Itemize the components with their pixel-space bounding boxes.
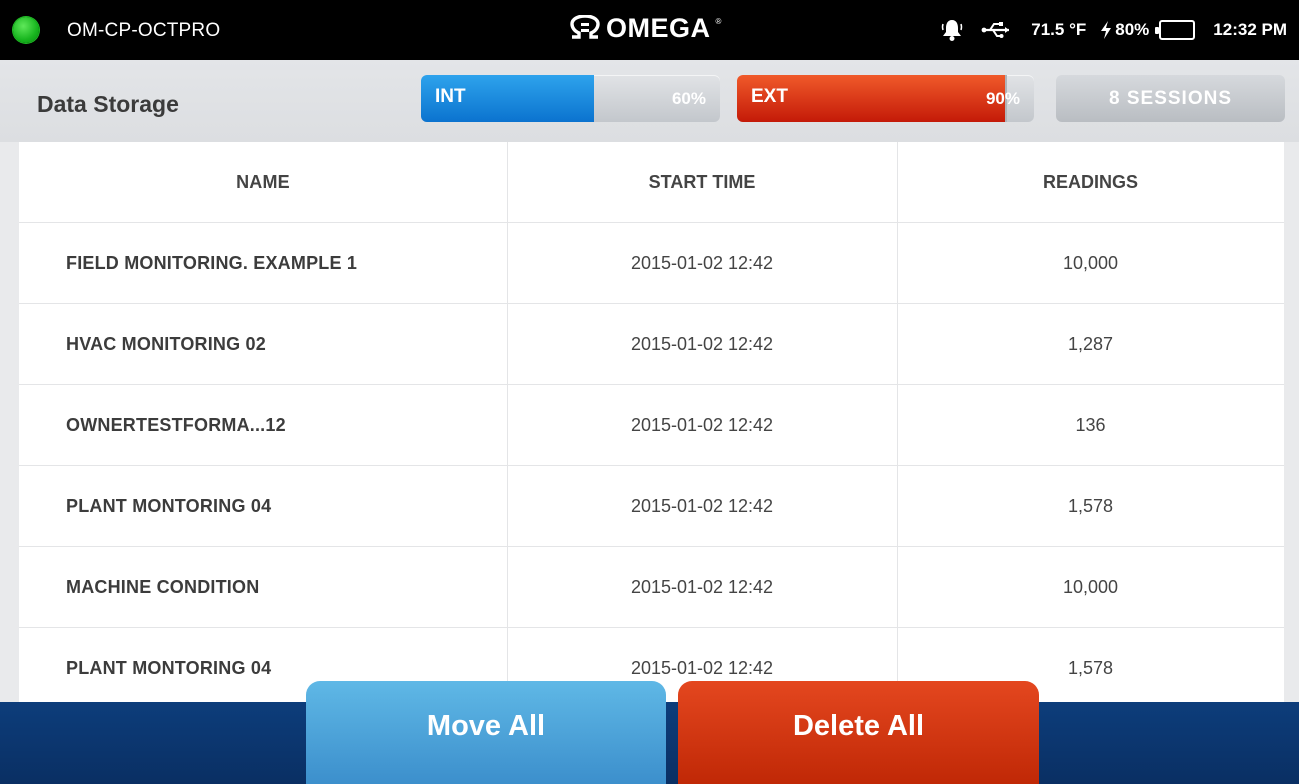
battery-percent: 80% [1100,20,1149,40]
session-start-time: 2015-01-02 12:42 [630,495,774,516]
session-start-time: 2015-01-02 12:42 [630,252,774,273]
column-header-start-time[interactable]: START TIME [507,142,897,222]
table-row[interactable]: FIELD MONITORING. EXAMPLE 1 2015-01-02 1… [19,223,1284,304]
table-row[interactable]: OWNERTESTFORMA...12 2015-01-02 12:42 136 [19,385,1284,466]
session-readings: 10,000 [1062,576,1119,597]
session-name: HVAC MONITORING 02 [66,333,266,354]
session-readings: 10,000 [1062,252,1119,273]
clock: 12:32 PM [1213,20,1287,39]
omega-logo-icon [570,14,600,39]
session-readings: 1,578 [1067,495,1114,516]
internal-storage-meter[interactable]: INT 60% [421,75,720,122]
session-readings: 136 [1075,414,1106,435]
charging-bolt-icon [1101,21,1112,39]
internal-storage-percent: 60% [671,89,706,108]
table-row[interactable]: PLANT MONTORING 04 2015-01-02 12:42 1,57… [19,466,1284,547]
session-start-time: 2015-01-02 12:42 [630,576,774,597]
session-name: OWNERTESTFORMA...12 [66,414,286,435]
sessions-table: NAME START TIME READINGS FIELD MONITORIN… [19,142,1284,702]
column-divider [897,142,898,702]
session-start-time: 2015-01-02 12:42 [630,414,774,435]
column-divider [507,142,508,702]
brand-logo: OMEGA ® [568,13,721,44]
column-header-name[interactable]: NAME [19,142,507,222]
session-name: PLANT MONTORING 04 [66,495,272,516]
session-name: FIELD MONITORING. EXAMPLE 1 [66,252,358,273]
internal-storage-label: INT [435,86,466,107]
delete-all-button[interactable]: Delete All [678,681,1039,784]
battery-icon [1155,20,1196,40]
battery-percent-text: 80% [1115,20,1150,39]
device-name: OM-CP-OCTPRO [67,20,221,41]
alarm-bell-icon[interactable] [941,18,963,42]
external-storage-percent: 90% [985,89,1020,108]
temperature-readout: 71.5 °F [1031,20,1087,39]
table-row[interactable]: HVAC MONITORING 02 2015-01-02 12:42 1,28… [19,304,1284,385]
session-name: MACHINE CONDITION [66,576,260,597]
table-row[interactable]: MACHINE CONDITION 2015-01-02 12:42 10,00… [19,547,1284,628]
status-bar: OM-CP-OCTPRO OMEGA ® 71.5 °F 80% 12:32 P… [0,0,1299,60]
status-indicators: 71.5 °F 80% 12:32 PM [941,0,1287,60]
external-storage-meter[interactable]: EXT 90% [737,75,1034,122]
session-start-time: 2015-01-02 12:42 [630,333,774,354]
session-readings: 1,287 [1067,333,1114,354]
brand-name: OMEGA [606,13,711,43]
connection-status-icon [13,17,39,43]
move-all-button[interactable]: Move All [306,681,666,784]
external-storage-label: EXT [751,86,788,107]
page-title: Data Storage [37,91,179,117]
table-header-row: NAME START TIME READINGS [19,142,1284,223]
sessions-button[interactable]: 8 SESSIONS [1056,75,1285,122]
column-header-readings[interactable]: READINGS [897,142,1284,222]
page-header: Data Storage INT 60% EXT 90% 8 SESSIONS [0,60,1299,142]
usb-icon [981,20,1013,40]
